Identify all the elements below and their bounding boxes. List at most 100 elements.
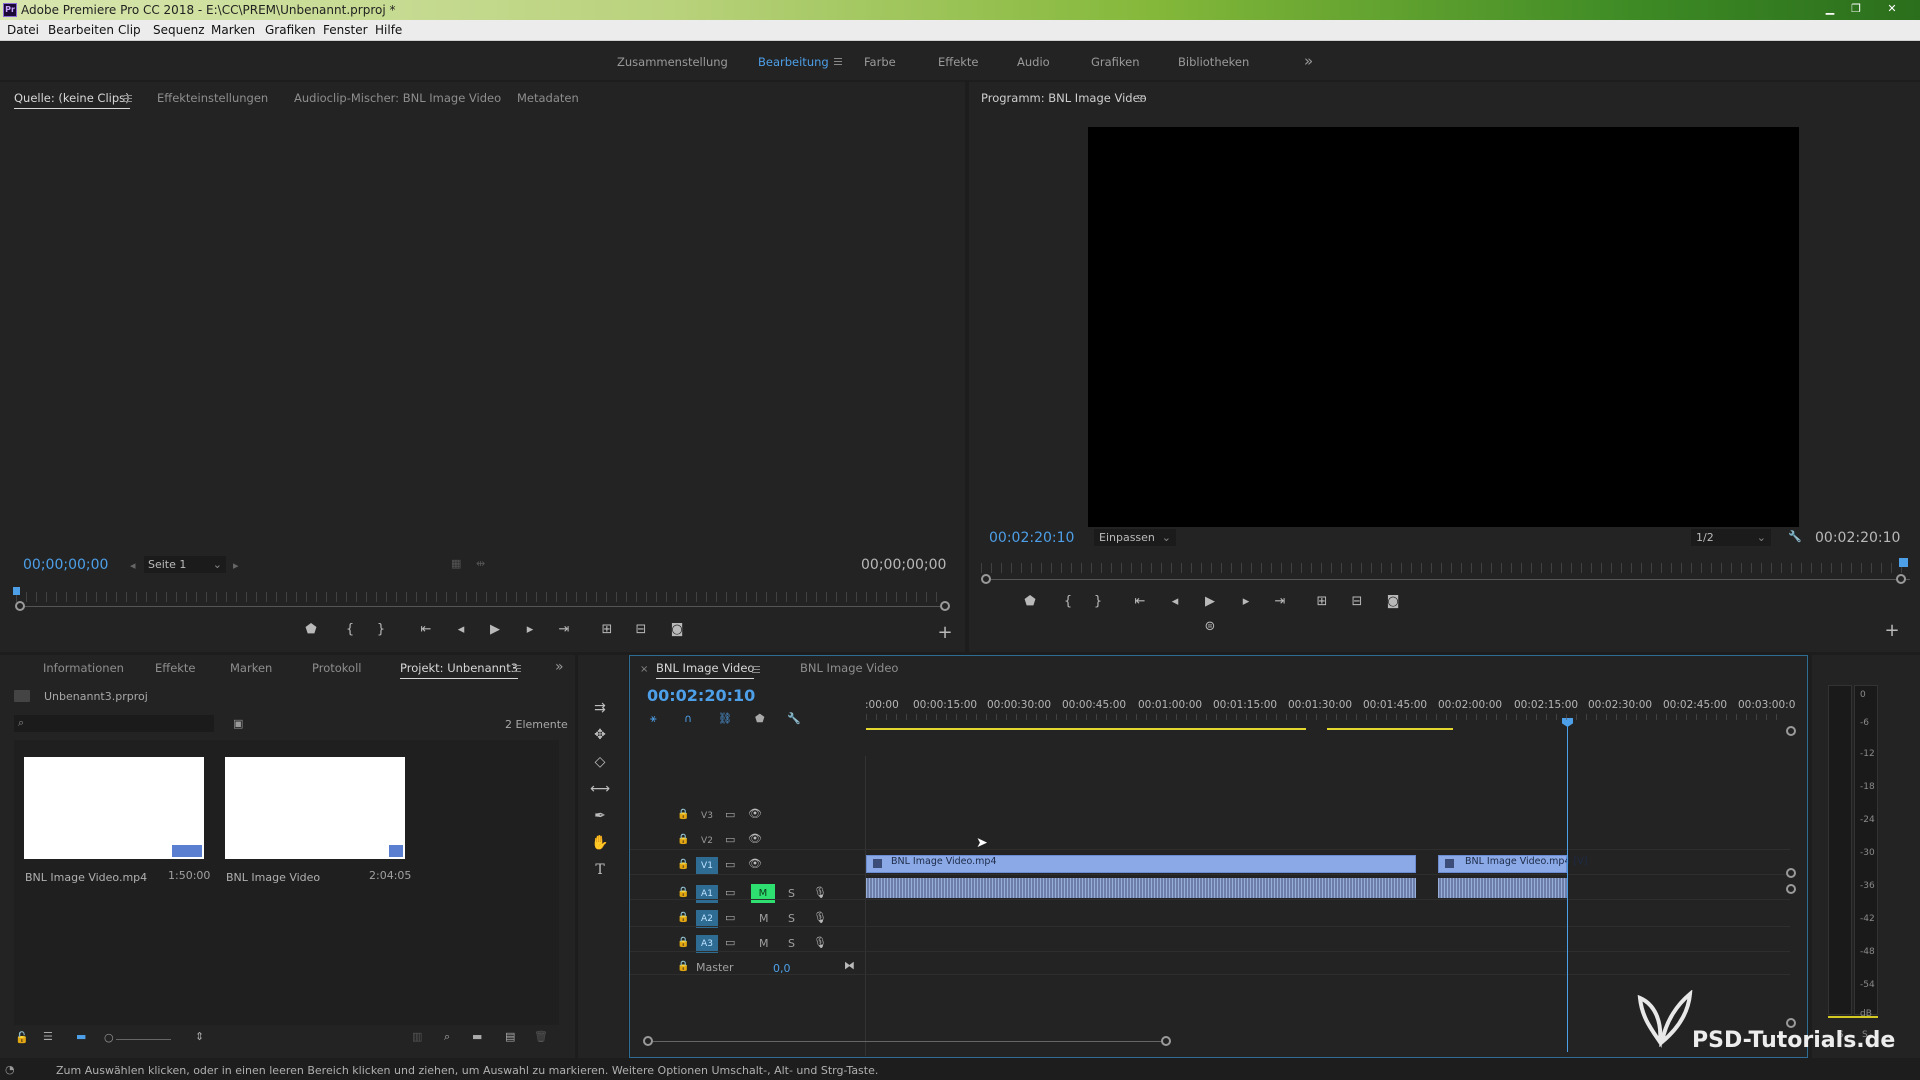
new-search-bin-icon[interactable]: ▣: [233, 717, 243, 730]
zoom-level-select[interactable]: Einpassen ⌄: [1094, 529, 1176, 546]
minimize-button[interactable]: ▁: [1818, 1, 1842, 17]
program-zoom-end-handle[interactable]: [1896, 574, 1906, 584]
work-area-bar[interactable]: [866, 728, 1306, 730]
drop-frame-icon[interactable]: ⇹: [476, 557, 485, 570]
program-panel-menu-icon[interactable]: [1137, 95, 1145, 102]
toggle-output-eye-icon[interactable]: 👁: [748, 807, 762, 820]
program-step-forward-icon[interactable]: ▸: [1237, 594, 1255, 609]
timeline-clip-video[interactable]: BNL Image Video.mp4: [866, 855, 1416, 873]
hand-tool-icon[interactable]: ✋: [590, 833, 610, 853]
project-item-name[interactable]: BNL Image Video: [226, 871, 320, 884]
sync-lock-icon[interactable]: ▭: [725, 911, 735, 924]
play-icon[interactable]: ▶: [486, 622, 504, 637]
automate-to-sequence-icon[interactable]: ▥: [412, 1030, 422, 1043]
razor-tool-icon[interactable]: ◇: [590, 752, 610, 772]
mute-track-button-active[interactable]: M: [751, 884, 775, 903]
sync-lock-icon[interactable]: ▭: [725, 808, 735, 821]
find-icon[interactable]: ⌕: [444, 1030, 450, 1044]
program-step-back-icon[interactable]: ◂: [1166, 594, 1184, 609]
menu-grafiken[interactable]: Grafiken: [265, 23, 316, 37]
close-button[interactable]: ✕: [1880, 1, 1904, 17]
playback-resolution-select[interactable]: 1/2 ⌄: [1691, 529, 1771, 546]
slip-tool-icon[interactable]: ⟷: [590, 779, 610, 799]
menu-marken[interactable]: Marken: [211, 23, 255, 37]
menu-datei[interactable]: Datei: [7, 23, 39, 37]
menu-hilfe[interactable]: Hilfe: [375, 23, 402, 37]
overwrite-icon[interactable]: ⊟: [632, 622, 650, 637]
next-page-icon[interactable]: ▸: [233, 559, 239, 572]
workspace-audio[interactable]: Audio: [1017, 55, 1050, 69]
sort-icon[interactable]: ⇕: [195, 1030, 204, 1043]
toggle-output-eye-icon[interactable]: 👁: [748, 857, 762, 870]
program-go-to-out-icon[interactable]: ⇥: [1271, 594, 1289, 609]
program-mark-out-icon[interactable]: }: [1089, 594, 1107, 609]
voice-over-record-icon[interactable]: 🎙: [813, 886, 827, 899]
tab-project[interactable]: Projekt: Unbenannt3: [400, 661, 519, 679]
workspace-menu-icon[interactable]: [834, 58, 842, 65]
track-select-tool-icon[interactable]: ⇉: [590, 698, 610, 718]
sync-lock-icon[interactable]: ▭: [725, 858, 735, 871]
tab-sequence-2[interactable]: BNL Image Video: [800, 661, 898, 675]
source-panel-menu-icon[interactable]: [124, 95, 132, 102]
close-sequence-icon[interactable]: ×: [640, 664, 648, 675]
vertical-zoom-handle-top[interactable]: [1786, 726, 1796, 736]
icon-view-icon[interactable]: ▬: [76, 1030, 86, 1043]
track-lock-icon[interactable]: 🔒: [677, 809, 689, 820]
mute-track-button[interactable]: M: [759, 912, 769, 925]
project-panel-menu-icon[interactable]: [513, 665, 521, 672]
program-button-editor-plus-icon[interactable]: +: [1883, 620, 1901, 641]
project-item-thumbnail[interactable]: [225, 757, 405, 859]
vertical-zoom-handle[interactable]: [1786, 884, 1796, 894]
add-marker-icon[interactable]: ⬟: [302, 622, 320, 637]
sync-lock-icon[interactable]: ▭: [725, 886, 735, 899]
timeline-time-ruler[interactable]: [866, 714, 1786, 720]
timeline-settings-wrench-icon[interactable]: 🔧: [787, 712, 801, 725]
menu-bearbeiten[interactable]: Bearbeiten: [48, 23, 114, 37]
vertical-zoom-handle-bottom[interactable]: [1786, 1018, 1796, 1028]
panel-overflow-icon[interactable]: »: [555, 659, 564, 675]
workspace-bibliotheken[interactable]: Bibliotheken: [1178, 55, 1249, 69]
program-zoom-bar[interactable]: [985, 579, 1910, 580]
program-video-frame[interactable]: [1088, 127, 1799, 527]
button-editor-plus-icon[interactable]: +: [936, 622, 954, 643]
list-view-icon[interactable]: ☰: [43, 1030, 53, 1043]
tab-metadata[interactable]: Metadaten: [517, 91, 579, 105]
tab-markers[interactable]: Marken: [230, 661, 272, 675]
linked-selection-icon[interactable]: ⛓: [718, 712, 732, 725]
go-to-out-icon[interactable]: ⇥: [555, 622, 573, 637]
timeline-clip-audio[interactable]: [866, 878, 1416, 898]
source-zoom-end-handle[interactable]: [940, 601, 950, 611]
ripple-edit-tool-icon[interactable]: ✥: [590, 725, 610, 745]
program-monitor-title[interactable]: Programm: BNL Image Video: [981, 91, 1147, 105]
timeline-clip-audio[interactable]: [1438, 878, 1567, 898]
menu-clip[interactable]: Clip: [118, 23, 141, 37]
source-playhead[interactable]: [13, 587, 20, 595]
tab-effect-controls[interactable]: Effekteinstellungen: [157, 91, 268, 105]
track-lock-icon[interactable]: 🔒: [677, 937, 689, 948]
track-target-v2[interactable]: V2: [696, 832, 718, 850]
trash-icon[interactable]: 🗑: [534, 1030, 548, 1043]
nest-sequences-icon[interactable]: ⚹: [650, 712, 657, 726]
insert-icon[interactable]: ⊞: [598, 622, 616, 637]
project-item-thumbnail[interactable]: [24, 757, 204, 859]
maximize-button[interactable]: ❐: [1844, 1, 1868, 17]
step-back-icon[interactable]: ◂: [452, 622, 470, 637]
solo-track-button[interactable]: S: [788, 912, 795, 925]
export-frame-icon[interactable]: ◙: [668, 622, 686, 637]
snap-icon[interactable]: ∩: [684, 712, 692, 725]
track-target-v1[interactable]: V1: [696, 857, 718, 875]
pen-tool-icon[interactable]: ✒: [590, 806, 610, 826]
extract-icon[interactable]: ⊟: [1348, 594, 1366, 609]
track-lock-icon[interactable]: 🔒: [677, 859, 689, 870]
program-play-icon[interactable]: ▶: [1201, 594, 1219, 609]
lock-icon[interactable]: 🔓: [15, 1031, 29, 1044]
workspace-effekte[interactable]: Effekte: [938, 55, 979, 69]
mark-out-icon[interactable]: }: [372, 622, 390, 637]
timeline-menu-icon[interactable]: [752, 666, 760, 673]
work-area-bar[interactable]: [1327, 728, 1453, 730]
tab-audio-clip-mixer[interactable]: Audioclip-Mischer: BNL Image Video: [294, 91, 501, 105]
track-target-v3[interactable]: V3: [696, 807, 718, 825]
tab-source[interactable]: Quelle: (keine Clips): [14, 91, 130, 109]
source-zoom-bar[interactable]: [20, 606, 940, 607]
project-search-input[interactable]: ⌕: [14, 715, 214, 732]
